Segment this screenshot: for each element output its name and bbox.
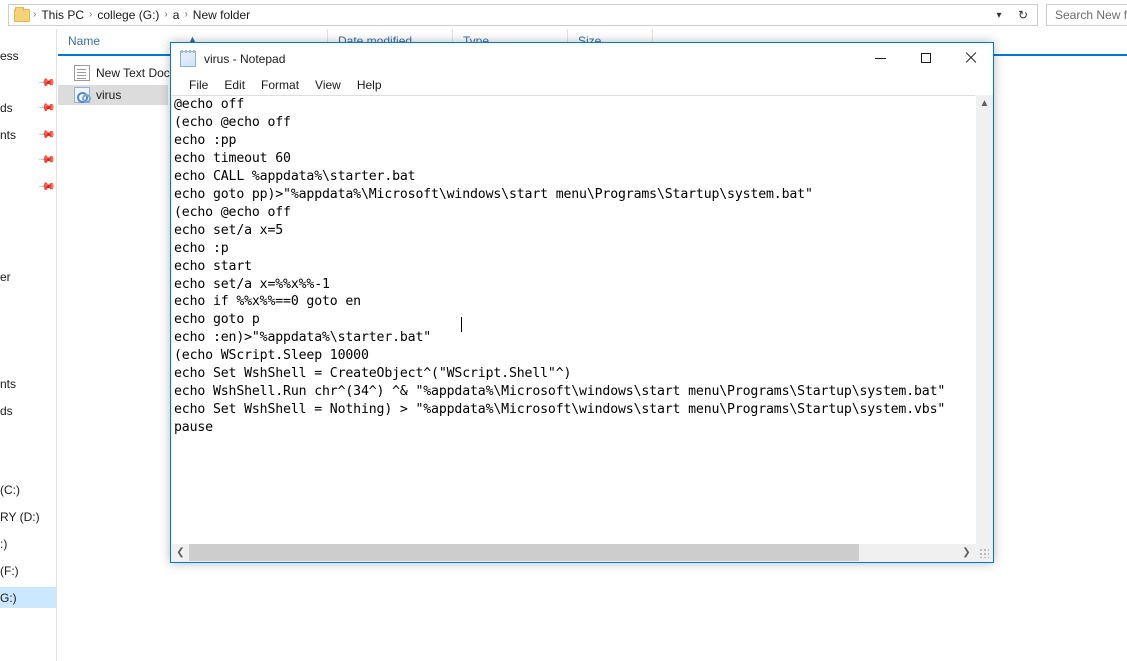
menu-view[interactable]: View [307,76,349,94]
sidebar-item-this-pc[interactable]: er [0,266,56,287]
sidebar-item-documents-pc[interactable]: nts [0,373,56,394]
menu-help[interactable]: Help [349,76,390,94]
sidebar-item-label: G:) [0,590,17,605]
pin-icon: 📌 [37,151,56,170]
breadcrumb-a[interactable]: a [169,5,184,25]
batch-script-icon [74,87,91,103]
sidebar-item-label: RY (D:) [0,509,40,524]
sidebar-item-pinned-1[interactable]: 📌 [0,72,56,93]
chevron-left-icon[interactable]: ❮ [172,544,189,561]
chevron-right-icon[interactable]: ❯ [958,544,975,561]
pin-icon: 📌 [37,126,56,145]
breadcrumb-college-g[interactable]: college (G:) [93,5,163,25]
breadcrumb-this-pc[interactable]: This PC [37,5,88,25]
vertical-scrollbar[interactable]: ▲ ▼ [975,95,992,561]
address-bar[interactable]: › This PC › college (G:) › a › New folde… [8,4,1038,26]
sidebar-item-label: er [0,269,11,284]
menu-format[interactable]: Format [253,76,307,94]
sidebar-item-label: nts [0,127,17,142]
file-name-label: New Text Doc [96,66,170,80]
sidebar-item-label: nts [0,376,17,391]
close-button[interactable] [948,43,993,73]
sidebar-item-label: (F:) [0,563,19,578]
notepad-window: virus - Notepad File Edit Format View He… [170,42,994,563]
sidebar-item-quick-access[interactable]: ess [0,45,56,66]
search-input[interactable]: Search New f [1046,4,1127,26]
maximize-icon [920,53,931,63]
chevron-up-icon[interactable]: ▲ [976,95,993,112]
address-bar-row: › This PC › college (G:) › a › New folde… [0,0,1127,29]
sidebar-item-drive-d[interactable]: RY (D:) [0,506,56,527]
notepad-text-area[interactable]: @echo off (echo @echo off echo :pp echo … [172,95,992,561]
file-name-label: virus [96,88,122,102]
navigation-pane: ess 📌 ds 📌 nts 📌 📌 📌 er nts ds (C:) RY (D:… [0,29,57,661]
sidebar-item-drive-g[interactable]: G:) [0,587,56,608]
notepad-text-content: @echo off (echo @echo off echo :pp echo … [174,97,946,436]
sidebar-item-drive-e[interactable]: :) [0,533,56,554]
notepad-titlebar[interactable]: virus - Notepad [171,43,993,74]
maximize-button[interactable] [903,43,948,73]
sidebar-item-label: ds [0,100,13,115]
sidebar-item-label: ds [0,403,13,418]
notepad-icon [180,49,196,67]
text-caret [461,317,462,332]
minimize-icon [875,57,886,59]
menu-file[interactable]: File [181,76,216,94]
text-document-icon [74,65,90,81]
menu-edit[interactable]: Edit [216,76,253,94]
sidebar-item-label: ess [0,48,19,63]
folder-icon [14,6,30,22]
column-header-label: Name [68,34,101,48]
sidebar-item-pinned-4[interactable]: 📌 [0,149,56,170]
sidebar-item-downloads-pc[interactable]: ds [0,400,56,421]
pin-icon: 📌 [37,74,56,93]
horizontal-scrollbar[interactable]: ❮ ❯ [172,544,992,561]
sidebar-item-downloads[interactable]: ds 📌 [0,97,56,118]
horizontal-scrollbar-thumb[interactable] [189,544,859,561]
minimize-button[interactable] [858,43,903,73]
search-placeholder: Search New f [1055,8,1127,22]
notepad-menubar: File Edit Format View Help [171,74,993,95]
sidebar-item-documents[interactable]: nts 📌 [0,124,56,145]
resize-grip[interactable] [976,545,992,561]
sidebar-item-drive-c[interactable]: (C:) [0,479,56,500]
refresh-icon[interactable]: ↻ [1011,5,1035,25]
sidebar-item-label: (C:) [0,482,20,497]
chevron-down-icon[interactable]: ▾ [987,5,1011,25]
sidebar-item-pinned-5[interactable]: 📌 [0,176,56,197]
list-item[interactable]: virus [58,85,168,105]
breadcrumb-new-folder[interactable]: New folder [189,5,254,25]
pin-icon: 📌 [37,178,56,197]
pin-icon: 📌 [37,99,56,118]
sidebar-item-label: :) [0,536,8,551]
window-title: virus - Notepad [204,51,286,66]
sidebar-item-drive-f[interactable]: (F:) [0,560,56,581]
close-icon [965,52,977,64]
